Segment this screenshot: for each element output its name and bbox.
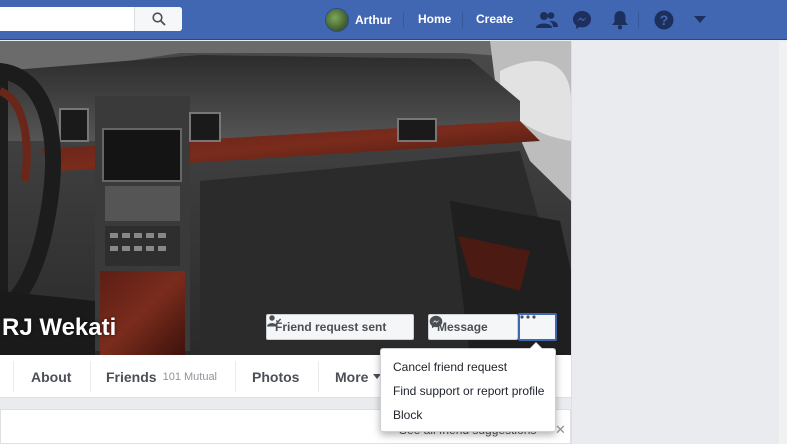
- top-navigation-bar: Arthur Home Create ?: [0, 0, 787, 40]
- message-button[interactable]: Message: [428, 314, 518, 340]
- caret-down-icon: [694, 16, 706, 23]
- mutual-friends-count: 101 Mutual: [162, 370, 218, 383]
- search-button[interactable]: [134, 7, 182, 31]
- account-menu-button[interactable]: [688, 8, 712, 32]
- tab-about-label: About: [31, 368, 72, 385]
- create-link[interactable]: Create: [476, 12, 513, 26]
- tab-about[interactable]: About: [31, 355, 71, 398]
- help-button[interactable]: ?: [652, 8, 676, 32]
- tab-separator: [235, 361, 236, 392]
- tab-separator: [318, 361, 319, 392]
- tab-friends[interactable]: Friends 101 Mutual: [106, 355, 217, 398]
- friends-icon: [536, 12, 558, 28]
- friend-requests-button[interactable]: [535, 8, 559, 32]
- cover-photo: RJ Wekati Friend request sent Message: [0, 41, 571, 355]
- person-check-icon: [267, 315, 281, 327]
- help-icon: ?: [654, 10, 674, 30]
- tab-more-label: More: [335, 368, 369, 385]
- messenger-icon: [429, 315, 443, 329]
- tab-separator: [90, 361, 91, 392]
- close-icon[interactable]: ✕: [555, 422, 566, 438]
- nav-divider: [403, 12, 404, 28]
- tab-separator: [13, 361, 14, 392]
- search-input[interactable]: [0, 7, 138, 31]
- avatar: [325, 8, 349, 32]
- cover-photo-image: [0, 41, 571, 355]
- bell-icon: [612, 11, 628, 30]
- scrollbar[interactable]: [779, 41, 787, 444]
- search-icon: [151, 12, 166, 26]
- home-link[interactable]: Home: [418, 12, 451, 26]
- friend-request-sent-button[interactable]: Friend request sent: [266, 314, 414, 340]
- messenger-button[interactable]: [570, 8, 594, 32]
- tab-photos[interactable]: Photos: [252, 355, 299, 398]
- tab-more[interactable]: More: [335, 355, 382, 398]
- nav-divider: [462, 12, 463, 28]
- block-item[interactable]: Block: [381, 403, 555, 427]
- profile-name[interactable]: RJ Wekati: [2, 314, 116, 342]
- message-label: Message: [437, 320, 488, 334]
- search-box: [0, 7, 182, 31]
- more-options-button[interactable]: [518, 313, 557, 341]
- tab-friends-label: Friends: [106, 368, 157, 385]
- notifications-button[interactable]: [608, 8, 632, 32]
- more-options-menu: Cancel friend request Find support or re…: [380, 342, 556, 432]
- nav-divider: [638, 12, 639, 28]
- cancel-friend-request-item[interactable]: Cancel friend request: [381, 355, 555, 379]
- right-column: [571, 41, 779, 444]
- nav-profile-link[interactable]: Arthur: [325, 7, 392, 33]
- find-support-report-item[interactable]: Find support or report profile: [381, 379, 555, 403]
- ellipsis-icon: [520, 315, 536, 319]
- messenger-icon: [573, 11, 591, 29]
- nav-user-name: Arthur: [355, 13, 392, 27]
- tab-photos-label: Photos: [252, 368, 300, 385]
- friend-request-sent-label: Friend request sent: [275, 320, 387, 334]
- svg-text:?: ?: [660, 12, 669, 28]
